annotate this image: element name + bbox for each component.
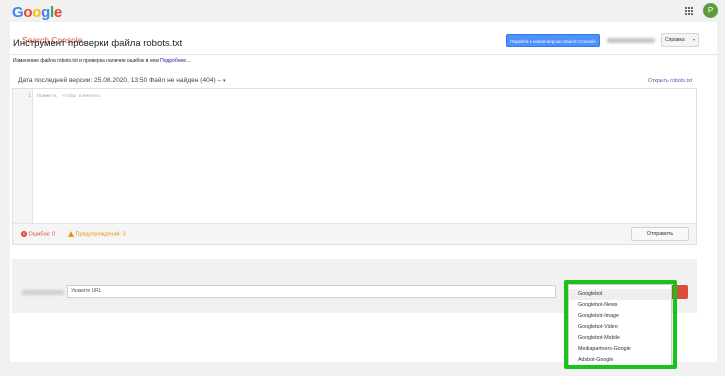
editor-placeholder[interactable]: Нажмите, чтобы изменить: [37, 94, 101, 99]
errors-label: Ошибок: 0: [28, 231, 56, 238]
help-button[interactable]: Справка ▾: [661, 33, 699, 47]
version-label: Дата последней версии: 25.08.2020, 13:50…: [18, 77, 222, 84]
site-url-blurred: [22, 290, 64, 295]
robots-editor[interactable]: 1 Нажмите, чтобы изменить: [12, 88, 697, 245]
editor-gutter: 1: [13, 89, 33, 244]
page-title: Инструмент проверки файла robots.txt: [13, 38, 183, 49]
logo-letter: G: [12, 4, 24, 21]
chevron-down-icon: ▾: [692, 37, 695, 42]
logo-letter: e: [53, 4, 62, 21]
warnings-count: Предупреждений: 0: [68, 231, 126, 237]
apps-grid-icon[interactable]: [685, 7, 693, 15]
google-logo[interactable]: Google: [12, 4, 62, 21]
logo-letter: o: [23, 4, 33, 21]
warnings-label: Предупреждений: 0: [75, 231, 126, 238]
status-bar: x Ошибок: 0 Предупреждений: 0 Отправить: [12, 223, 697, 245]
highlight-frame: [564, 280, 677, 369]
top-bar: Google P: [0, 0, 725, 22]
error-icon: x: [21, 231, 27, 237]
site-selector-blurred[interactable]: [607, 38, 655, 43]
line-number: 1: [28, 94, 31, 99]
warning-icon: [68, 231, 74, 237]
new-version-button[interactable]: Перейти к новой версии Search Console: [506, 34, 600, 47]
more-info-link[interactable]: Подробнее...: [160, 58, 190, 64]
errors-count: x Ошибок: 0: [21, 231, 55, 237]
open-robots-link[interactable]: Открыть robots.txt: [648, 78, 692, 84]
url-input[interactable]: Укажите URL: [67, 285, 556, 298]
help-button-label: Справка: [665, 37, 685, 43]
version-selector[interactable]: Дата последней версии: 25.08.2020, 13:50…: [18, 77, 226, 84]
page-description: Изменение файла robots.txt и проверка на…: [13, 58, 190, 64]
description-text: Изменение файла robots.txt и проверка на…: [13, 58, 159, 64]
logo-letter: g: [41, 4, 50, 21]
logo-letter: o: [32, 4, 42, 21]
avatar[interactable]: P: [703, 3, 718, 18]
send-button[interactable]: Отправить: [631, 227, 689, 241]
chevron-down-icon: ▾: [223, 78, 226, 84]
